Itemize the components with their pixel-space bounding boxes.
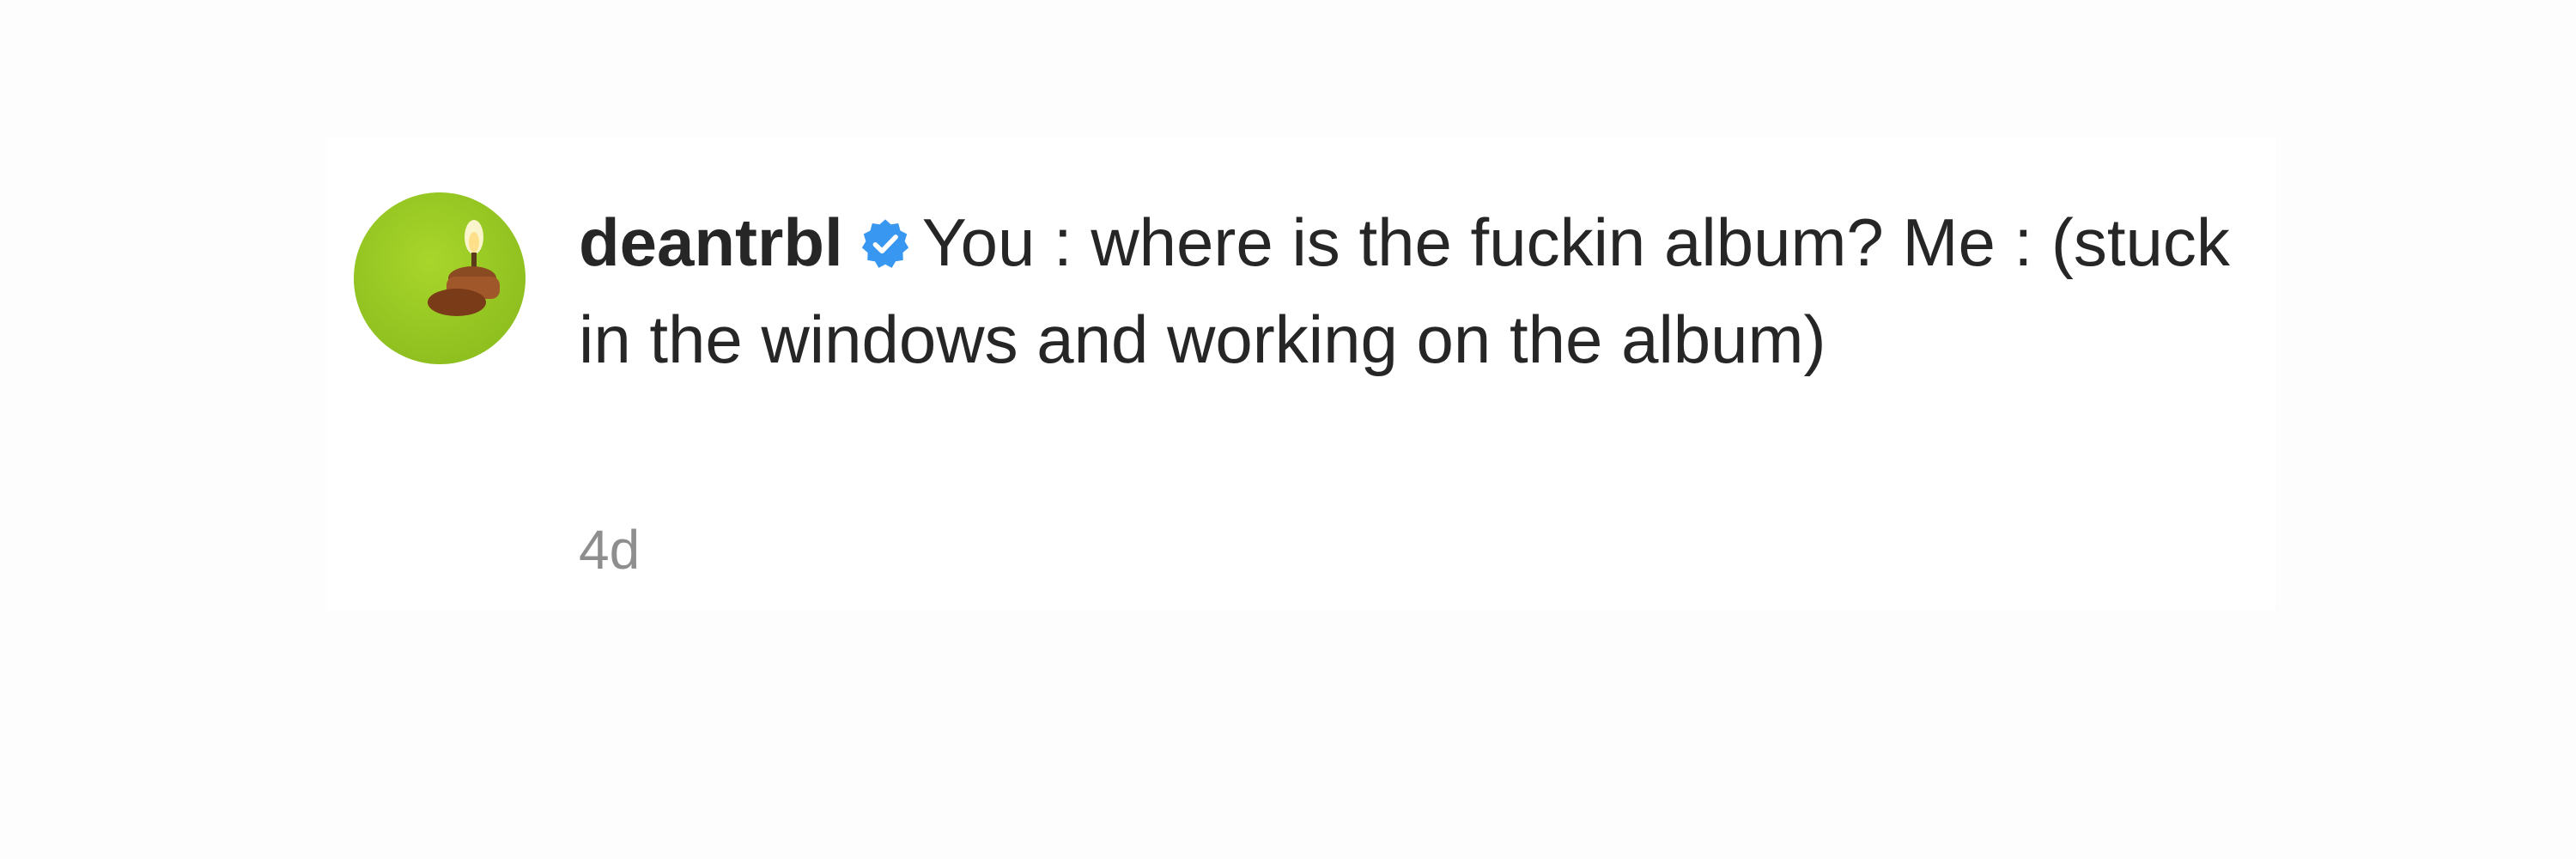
- verified-badge-icon: [859, 217, 912, 271]
- avatar[interactable]: [354, 192, 526, 364]
- username-link[interactable]: deantrbl: [579, 204, 843, 280]
- comment-body: deantrbl You : where is the fuckin album…: [579, 194, 2262, 388]
- candle-flame-icon: [428, 220, 500, 316]
- comment-timestamp[interactable]: 4d: [579, 515, 640, 584]
